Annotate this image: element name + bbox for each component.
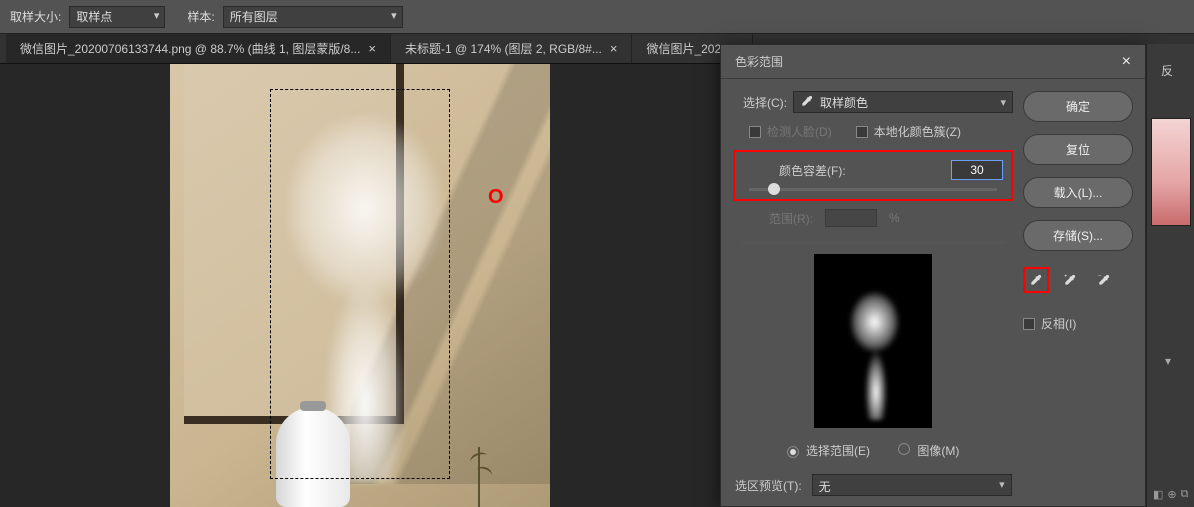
- selection-preview-value: 无: [819, 480, 831, 494]
- select-row: 选择(C): 取样颜色: [733, 91, 1013, 113]
- annotation-marker: O: [488, 186, 504, 209]
- range-row: 范围(R): %: [733, 209, 1013, 227]
- radio-selection-label: 选择范围(E): [806, 444, 870, 458]
- sample-size-select-wrap[interactable]: 取样点: [69, 6, 165, 28]
- radio-selection[interactable]: 选择范围(E): [787, 442, 870, 459]
- invert-label: 反相(I): [1041, 315, 1076, 332]
- invert-row: 反相(I): [1023, 315, 1133, 332]
- sample-label: 样本:: [187, 8, 214, 25]
- close-icon[interactable]: ×: [610, 41, 618, 56]
- eyedropper-icon[interactable]: [1023, 267, 1049, 293]
- preview-mist: [840, 280, 912, 420]
- fuzziness-row: 颜色容差(F):: [743, 160, 1003, 180]
- invert-checkbox[interactable]: [1023, 318, 1035, 330]
- panel-tab-label[interactable]: 反: [1161, 62, 1173, 79]
- fuzziness-highlight-box: 颜色容差(F):: [733, 150, 1013, 201]
- sample-size-select[interactable]: 取样点: [69, 6, 165, 28]
- footer-icon[interactable]: ◧: [1153, 488, 1163, 501]
- slider-thumb[interactable]: [768, 183, 780, 195]
- close-icon[interactable]: ×: [1122, 54, 1131, 70]
- radio-icon[interactable]: [898, 443, 910, 455]
- selection-preview[interactable]: [814, 254, 932, 428]
- cancel-button[interactable]: 复位: [1023, 134, 1133, 165]
- save-button[interactable]: 存储(S)...: [1023, 220, 1133, 251]
- eyedropper-tools: + −: [1023, 267, 1133, 293]
- right-side-panels: 反 ▾ ◧ ⊕ ⧉: [1146, 44, 1194, 507]
- radio-icon[interactable]: [787, 446, 799, 458]
- range-unit: %: [889, 211, 900, 225]
- select-label: 选择(C):: [733, 94, 787, 111]
- footer-icon[interactable]: ⧉: [1181, 488, 1189, 501]
- sample-select[interactable]: 所有图层: [223, 6, 403, 28]
- localized-checkbox[interactable]: [856, 126, 868, 138]
- fuzziness-label: 颜色容差(F):: [779, 162, 846, 179]
- plant: [478, 447, 480, 507]
- radio-image-label: 图像(M): [917, 444, 959, 458]
- selection-preview-row: 选区预览(T): 无: [735, 474, 1012, 496]
- eyedropper-minus-icon[interactable]: −: [1091, 267, 1117, 293]
- svg-text:+: +: [1064, 274, 1068, 280]
- chevron-down-icon[interactable]: ▾: [1165, 354, 1171, 368]
- document-tab-title: 未标题-1 @ 174% (图层 2, RGB/8#...: [405, 40, 602, 57]
- load-button[interactable]: 载入(L)...: [1023, 177, 1133, 208]
- color-range-dialog: 色彩范围 × 选择(C): 取样颜色 检测人脸(D) 本地化颜色簇(Z): [720, 44, 1146, 507]
- document-tab-title: 微信图片_20200706133744.png @ 88.7% (曲线 1, 图…: [20, 40, 360, 57]
- preview-mode-radios: 选择范围(E) 图像(M): [733, 442, 1013, 459]
- fuzziness-slider[interactable]: [749, 188, 997, 191]
- canvas-area[interactable]: [0, 64, 720, 507]
- localized-label: 本地化颜色簇(Z): [874, 123, 961, 140]
- range-input: [825, 209, 877, 227]
- selection-preview-label: 选区预览(T):: [735, 477, 802, 494]
- canvas-image[interactable]: [170, 64, 550, 507]
- selection-marquee[interactable]: [270, 89, 450, 479]
- dialog-right-column: 确定 复位 载入(L)... 存储(S)... + − 反相(I): [1023, 91, 1133, 475]
- detect-faces-checkbox: [749, 126, 761, 138]
- document-tab-1[interactable]: 未标题-1 @ 174% (图层 2, RGB/8#... ×: [391, 34, 633, 63]
- radio-image[interactable]: 图像(M): [898, 442, 959, 459]
- document-tab-0[interactable]: 微信图片_20200706133744.png @ 88.7% (曲线 1, 图…: [6, 34, 391, 63]
- selection-preview-dropdown[interactable]: 无: [812, 474, 1012, 496]
- ok-button[interactable]: 确定: [1023, 91, 1133, 122]
- select-value: 取样颜色: [820, 94, 868, 111]
- eyedropper-plus-icon[interactable]: +: [1057, 267, 1083, 293]
- close-icon[interactable]: ×: [368, 41, 376, 56]
- select-dropdown[interactable]: 取样颜色: [793, 91, 1013, 113]
- svg-text:−: −: [1098, 274, 1102, 280]
- dialog-left-column: 选择(C): 取样颜色 检测人脸(D) 本地化颜色簇(Z) 颜色容差(F):: [733, 91, 1013, 475]
- color-swatch[interactable]: [1151, 118, 1191, 226]
- eyedropper-icon: [800, 94, 814, 111]
- dialog-title-text: 色彩范围: [735, 53, 783, 70]
- panel-footer-icons: ◧ ⊕ ⧉: [1153, 488, 1189, 501]
- range-label: 范围(R):: [733, 210, 813, 227]
- options-bar: 取样大小: 取样点 样本: 所有图层: [0, 0, 1194, 34]
- fuzziness-input[interactable]: [951, 160, 1003, 180]
- range-slider-disabled: [741, 241, 1005, 244]
- dialog-titlebar[interactable]: 色彩范围 ×: [721, 45, 1145, 79]
- sample-size-label: 取样大小:: [10, 8, 61, 25]
- dialog-body: 选择(C): 取样颜色 检测人脸(D) 本地化颜色簇(Z) 颜色容差(F):: [721, 79, 1145, 487]
- checkboxes-row: 检测人脸(D) 本地化颜色簇(Z): [733, 123, 1013, 140]
- detect-faces-label: 检测人脸(D): [767, 123, 832, 140]
- footer-icon[interactable]: ⊕: [1167, 488, 1176, 501]
- sample-select-wrap[interactable]: 所有图层: [223, 6, 403, 28]
